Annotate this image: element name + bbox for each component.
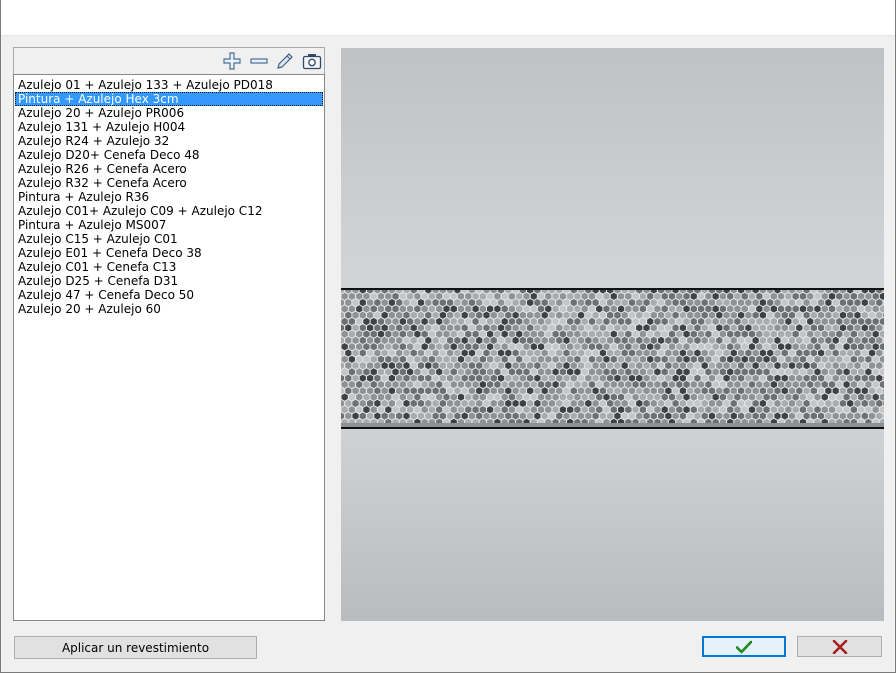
list-item[interactable]: Pintura + Azulejo MS007 (15, 218, 323, 232)
cancel-button[interactable] (797, 636, 882, 657)
plus-icon (223, 52, 241, 70)
list-item[interactable]: Azulejo 47 + Cenefa Deco 50 (15, 288, 323, 302)
minus-icon (250, 58, 268, 64)
list-item[interactable]: Azulejo C01+ Azulejo C09 + Azulejo C12 (15, 204, 323, 218)
close-icon (832, 639, 847, 654)
ok-button[interactable] (702, 636, 786, 657)
list-item[interactable]: Azulejo D25 + Cenefa D31 (15, 274, 323, 288)
list-toolbar (13, 47, 325, 74)
add-button[interactable] (222, 51, 242, 71)
list-item[interactable]: Azulejo 131 + Azulejo H004 (15, 120, 323, 134)
apply-coating-button[interactable]: Aplicar un revestimiento (14, 636, 257, 659)
check-icon (736, 640, 752, 653)
list-item[interactable]: Azulejo R32 + Cenefa Acero (15, 176, 323, 190)
list-item[interactable]: Pintura + Azulejo Hex 3cm (15, 92, 323, 106)
list-item[interactable]: Azulejo C15 + Azulejo C01 (15, 232, 323, 246)
coating-preview (341, 48, 884, 621)
window-title-bar (0, 0, 896, 36)
coatings-list[interactable]: Azulejo 01 + Azulejo 133 + Azulejo PD018… (13, 74, 325, 621)
capture-button[interactable] (302, 51, 322, 71)
camera-icon (302, 54, 322, 70)
remove-button[interactable] (249, 51, 269, 71)
list-item[interactable]: Azulejo 20 + Azulejo 60 (15, 302, 323, 316)
pencil-icon (277, 53, 293, 69)
apply-coating-label: Aplicar un revestimiento (61, 640, 210, 655)
window-border-left (0, 0, 1, 673)
edit-button[interactable] (275, 51, 295, 71)
list-item[interactable]: Azulejo E01 + Cenefa Deco 38 (15, 246, 323, 260)
hex-tile-band (341, 288, 884, 429)
list-item[interactable]: Azulejo 01 + Azulejo 133 + Azulejo PD018 (15, 78, 323, 92)
list-item[interactable]: Azulejo 20 + Azulejo PR006 (15, 106, 323, 120)
list-item[interactable]: Azulejo R26 + Cenefa Acero (15, 162, 323, 176)
hex-tile-pattern (341, 290, 884, 423)
list-item[interactable]: Azulejo D20+ Cenefa Deco 48 (15, 148, 323, 162)
coatings-list-items: Azulejo 01 + Azulejo 133 + Azulejo PD018… (14, 78, 324, 316)
list-item[interactable]: Pintura + Azulejo R36 (15, 190, 323, 204)
list-item[interactable]: Azulejo C01 + Cenefa C13 (15, 260, 323, 274)
list-item[interactable]: Azulejo R24 + Azulejo 32 (15, 134, 323, 148)
